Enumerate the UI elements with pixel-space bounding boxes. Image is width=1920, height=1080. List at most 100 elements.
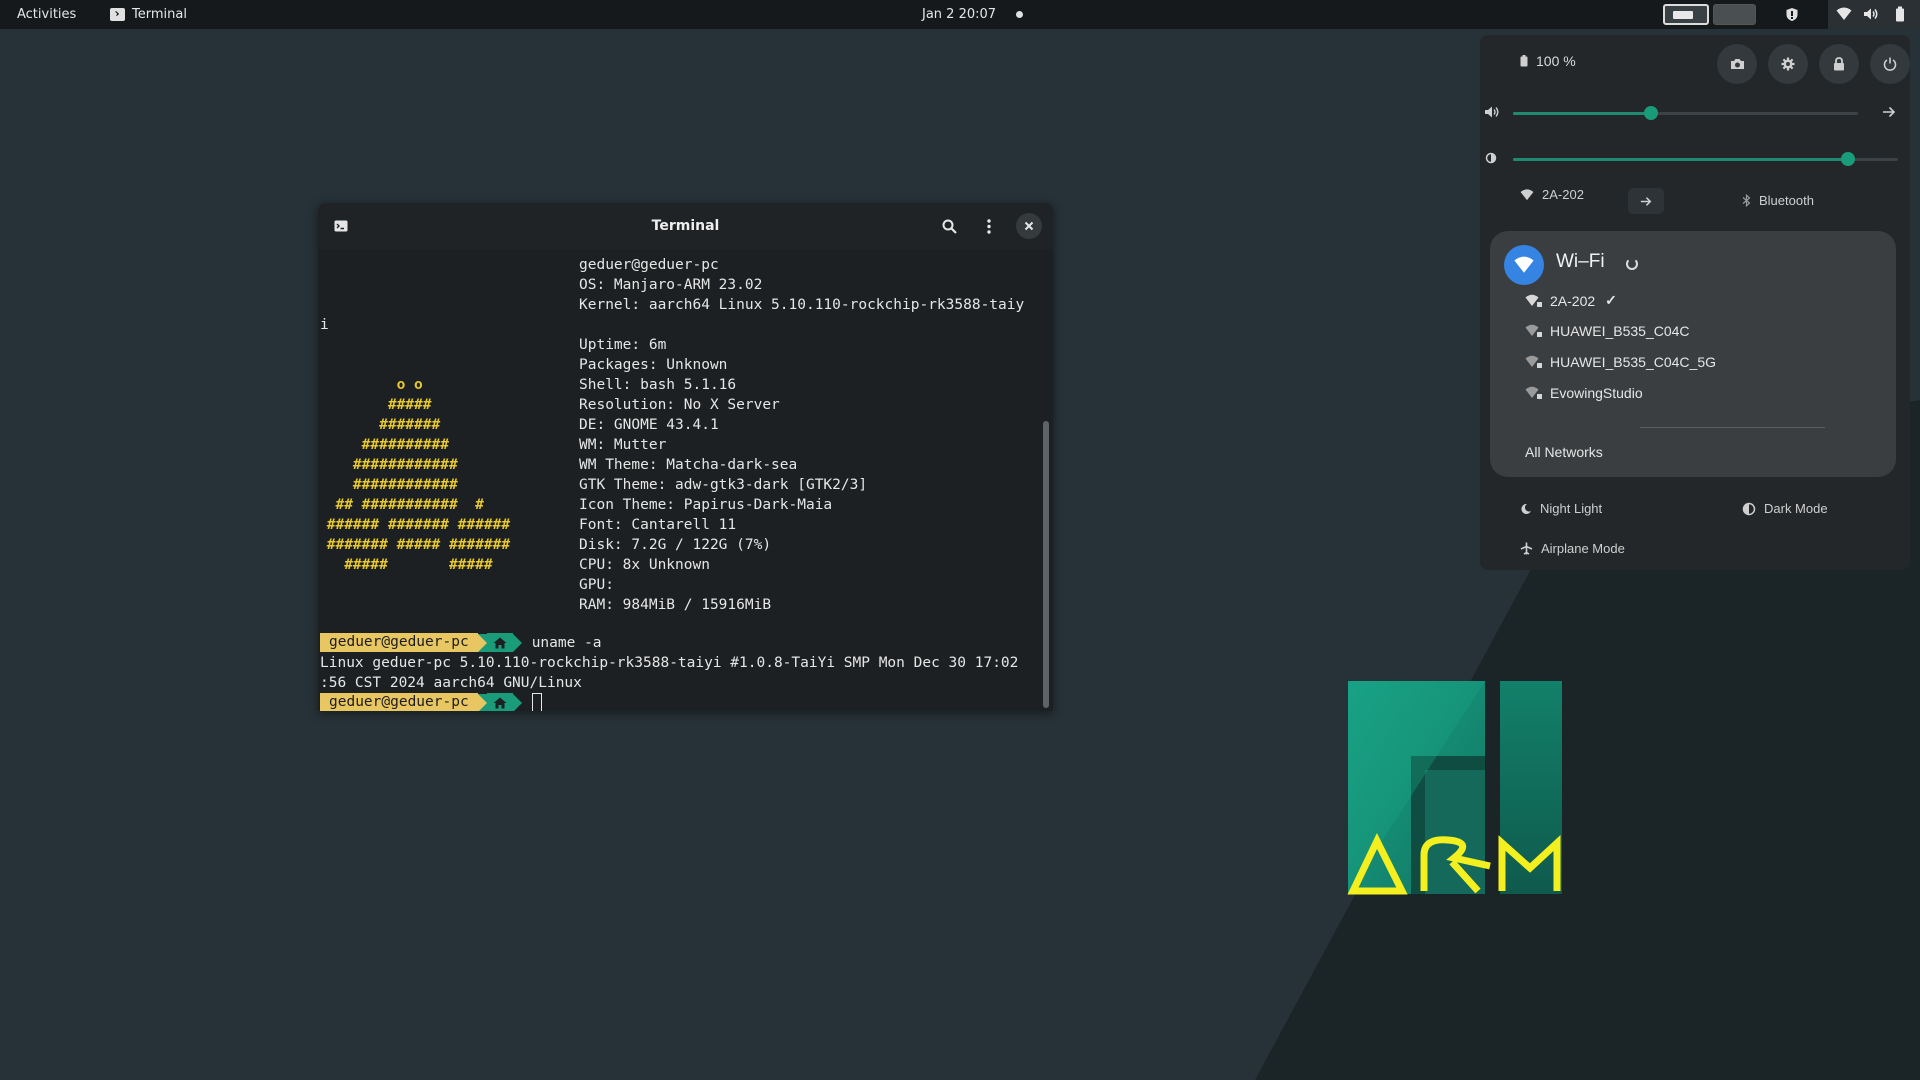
volume-slider[interactable] (1513, 106, 1858, 120)
ascii-art-line: ########## (318, 437, 449, 453)
loading-spinner-icon (1626, 258, 1638, 270)
manjaro-arm-logo (1347, 681, 1562, 895)
app-menu-label: Terminal (132, 7, 187, 22)
quick-settings-panel: 100 % 2A-202 Bluetooth Wi–Fi 2A-202 ✓ HU… (1480, 35, 1910, 570)
home-icon (486, 633, 513, 652)
app-menu[interactable]: Terminal (110, 0, 187, 29)
close-icon (1024, 221, 1034, 231)
command-text: uname -a (531, 634, 602, 651)
kebab-menu-icon (987, 218, 991, 234)
airplane-mode-toggle[interactable]: Airplane Mode (1520, 541, 1625, 556)
top-bar: Activities Terminal Jan 2 20:07 (0, 0, 1920, 29)
wifi-menu-arrow-button[interactable] (1628, 188, 1664, 214)
notification-dot-icon (1016, 11, 1023, 18)
prompt-user: geduer@geduer-pc (320, 633, 478, 652)
info-line: CPU: 8x Unknown (579, 557, 710, 573)
prompt-separator (477, 633, 487, 652)
workspace-2[interactable] (1713, 4, 1756, 25)
info-line: Kernel: aarch64 Linux 5.10.110-rockchip-… (579, 297, 1025, 313)
menu-button[interactable] (976, 213, 1002, 239)
arrow-right-icon (1640, 196, 1652, 206)
lock-button[interactable] (1819, 44, 1859, 84)
prompt-separator (512, 633, 522, 652)
close-button[interactable] (1016, 213, 1042, 239)
info-line: GPU: (579, 577, 614, 593)
system-menu-button[interactable] (1828, 0, 1920, 29)
ascii-art-line: ##### (318, 397, 432, 413)
bluetooth-icon (1742, 194, 1751, 207)
prompt-separator (512, 693, 522, 711)
ascii-art-line: o o (318, 377, 423, 393)
wifi-toggle-label: 2A-202 (1542, 187, 1584, 202)
search-button[interactable] (936, 213, 962, 239)
ascii-art-line: ###### ####### ###### (318, 517, 511, 533)
network-name: 2A-202 (1550, 292, 1596, 309)
info-line: Icon Theme: Papirus-Dark-Maia (579, 497, 833, 513)
brightness-slider[interactable] (1513, 152, 1898, 166)
volume-slider-row (1480, 103, 1910, 123)
info-line: OS: Manjaro-ARM 23.02 (579, 277, 763, 293)
dark-mode-label: Dark Mode (1764, 501, 1828, 516)
all-networks-item[interactable]: All Networks (1525, 444, 1603, 460)
brightness-slider-fill (1513, 158, 1848, 161)
volume-icon (1864, 8, 1878, 20)
scrollbar[interactable] (1043, 421, 1049, 708)
wifi-secured-icon (1525, 386, 1542, 399)
dark-mode-toggle[interactable]: Dark Mode (1742, 501, 1828, 516)
activities-button[interactable]: Activities (17, 0, 76, 29)
ascii-art-line: ############ (318, 477, 458, 493)
ascii-art-line: ####### (318, 417, 441, 433)
volume-slider-handle[interactable] (1644, 106, 1658, 120)
wifi-toggle[interactable]: 2A-202 (1520, 187, 1584, 202)
network-item[interactable]: HUAWEI_B535_C04C (1525, 323, 1690, 339)
terminal-headerbar[interactable]: Terminal (318, 203, 1053, 249)
brightness-slider-row (1480, 149, 1910, 169)
settings-button[interactable] (1768, 44, 1808, 84)
security-shield-icon[interactable] (1785, 7, 1799, 22)
clock[interactable]: Jan 2 20:07 (922, 0, 996, 29)
screenshot-icon (1730, 59, 1744, 69)
arrow-right-icon[interactable] (1882, 106, 1896, 118)
info-line: Uptime: 6m (579, 337, 667, 353)
terminal-output[interactable]: geduer@geduer-pc OS: Manjaro-ARM 23.02 K… (318, 249, 1040, 711)
network-item[interactable]: HUAWEI_B535_C04C_5G (1525, 354, 1716, 370)
workspace-1[interactable] (1663, 4, 1709, 25)
night-light-label: Night Light (1540, 501, 1603, 516)
command-output: Linux geduer-pc 5.10.110-rockchip-rk3588… (320, 655, 1019, 671)
wifi-menu: Wi–Fi 2A-202 ✓ HUAWEI_B535_C04C HUAWEI_B… (1490, 231, 1896, 477)
network-name: HUAWEI_B535_C04C (1550, 323, 1690, 339)
network-name: HUAWEI_B535_C04C_5G (1550, 354, 1717, 370)
prompt-separator (477, 693, 487, 711)
power-button[interactable] (1870, 44, 1910, 84)
wifi-secured-icon (1525, 324, 1542, 337)
lock-icon (1834, 57, 1844, 71)
command-output: :56 CST 2024 aarch64 GNU/Linux (320, 675, 582, 691)
ascii-art-line: ##### ##### (318, 557, 493, 573)
network-name: EvowingStudio (1550, 385, 1643, 401)
home-icon (486, 693, 513, 711)
volume-icon (1485, 106, 1499, 118)
network-item[interactable]: 2A-202 ✓ (1525, 292, 1617, 309)
power-icon (1883, 57, 1897, 71)
wifi-icon (1836, 7, 1852, 20)
battery-icon (1520, 55, 1528, 67)
ascii-art-line: ## ########### # (318, 497, 484, 513)
screenshot-button[interactable] (1717, 44, 1757, 84)
prompt-user: geduer@geduer-pc (320, 693, 478, 711)
wifi-secured-icon (1525, 294, 1542, 307)
info-line: Disk: 7.2G / 122G (7%) (579, 537, 772, 553)
terminal-icon (110, 8, 125, 21)
info-line: Resolution: No X Server (579, 397, 780, 413)
airplane-mode-label: Airplane Mode (1541, 541, 1625, 556)
network-item[interactable]: EvowingStudio (1525, 385, 1643, 401)
bluetooth-toggle[interactable]: Bluetooth (1742, 193, 1814, 208)
night-light-icon (1521, 503, 1531, 514)
search-icon (942, 219, 957, 234)
checkmark-icon: ✓ (1605, 292, 1617, 308)
text-cursor (531, 693, 542, 711)
brightness-slider-handle[interactable] (1840, 152, 1855, 166)
info-line: RAM: 984MiB / 15916MiB (579, 597, 772, 613)
airplane-icon (1520, 542, 1533, 555)
terminal-window[interactable]: Terminal geduer@geduer-pc OS: Manjaro-AR… (318, 203, 1053, 711)
night-light-toggle[interactable]: Night Light (1520, 501, 1602, 516)
